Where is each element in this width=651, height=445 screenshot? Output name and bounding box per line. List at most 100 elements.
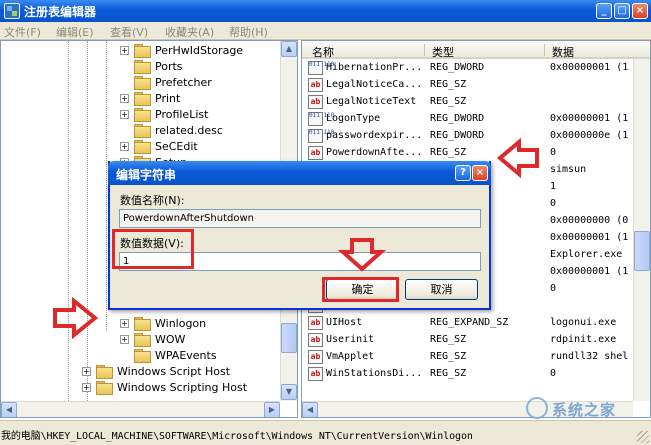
tree-guide-line	[106, 41, 107, 331]
value-data: 0x0000000e (1	[550, 130, 629, 141]
menu-file[interactable]: 文件(F)	[4, 24, 41, 40]
value-row[interactable]: 011 110 LogonType REG_DWORD 0x00000001 (1	[302, 111, 650, 128]
close-button[interactable]: ×	[632, 3, 648, 19]
tree-item-prefetcher[interactable]: Prefetcher	[120, 74, 212, 90]
annotation-arrow-down	[337, 238, 387, 272]
value-data: 0x00000000 (0	[550, 215, 629, 226]
regedit-app-icon	[4, 3, 20, 19]
value-data: 0x00000001 (1	[550, 113, 629, 124]
value-name: LegalNoticeText	[326, 96, 417, 107]
value-row[interactable]: 011 110 HibernationPr... REG_DWORD 0x000000…	[302, 60, 650, 77]
value-data: 0x00000001 (1	[550, 266, 629, 277]
site-watermark-logo: 系统之家	[524, 396, 648, 420]
expand-icon[interactable]: +	[82, 366, 91, 376]
scrollbar-thumb[interactable]	[281, 323, 297, 353]
menu-view[interactable]: 查看(V)	[110, 24, 148, 40]
tree-item-related-desc[interactable]: related.desc	[120, 122, 223, 138]
value-row[interactable]: ab WinStationsDi... REG_SZ 0	[302, 366, 650, 383]
registry-path: 我的电脑\HKEY_LOCAL_MACHINE\SOFTWARE\Microso…	[1, 431, 473, 442]
folder-icon	[134, 124, 151, 138]
value-data: logonui.exe	[550, 317, 617, 328]
tree-item-label: Winlogon	[155, 316, 207, 330]
tree-item-winlogon[interactable]: + Winlogon	[120, 315, 206, 331]
scroll-left-arrow-icon[interactable]: ◀	[1, 402, 17, 417]
tree-item-profilelist[interactable]: + ProfileList	[120, 106, 208, 122]
expand-icon[interactable]: +	[120, 141, 129, 151]
value-row[interactable]: ab VmApplet REG_SZ rundll32 shel	[302, 349, 650, 366]
tree-item-secedit[interactable]: + SeCEdit	[120, 138, 198, 154]
scrollbar-thumb[interactable]	[634, 231, 650, 271]
tree-item-windows-script-host[interactable]: + Windows Script Host	[82, 363, 230, 379]
value-row[interactable]: ab UIHost REG_EXPAND_SZ logonui.exe	[302, 315, 650, 332]
value-row[interactable]: ab LegalNoticeText REG_SZ	[302, 94, 650, 111]
folder-icon	[134, 92, 151, 106]
tree-item-label: Print	[155, 91, 181, 105]
expand-icon[interactable]: +	[120, 109, 129, 119]
minimize-button[interactable]: _	[596, 3, 612, 19]
resize-grip-icon[interactable]	[637, 431, 649, 443]
scroll-down-arrow-icon[interactable]: ▼	[281, 384, 297, 400]
value-data: 0	[550, 283, 557, 294]
folder-icon	[96, 365, 113, 379]
menu-edit[interactable]: 编辑(E)	[56, 24, 94, 40]
expand-icon[interactable]: +	[82, 382, 91, 392]
tree-item-ports[interactable]: Ports	[120, 58, 183, 74]
annotation-highlight-ok-button	[322, 277, 399, 302]
tree-item-windows-scripting-host[interactable]: + Windows Scripting Host	[82, 379, 247, 395]
expand-icon[interactable]: +	[120, 318, 129, 328]
expand-icon[interactable]: +	[120, 45, 129, 55]
tree-item-label: Windows Script Host	[117, 364, 231, 378]
tree-item-label: WOW	[155, 332, 186, 346]
value-name: LegalNoticeCa...	[326, 79, 423, 90]
value-name: UIHost	[326, 317, 363, 328]
folder-icon	[134, 333, 151, 347]
menu-help[interactable]: 帮助(H)	[229, 24, 268, 40]
column-header-name[interactable]: 名称	[312, 44, 334, 60]
tree-item-wpaevents[interactable]: WPAEvents	[120, 347, 217, 363]
column-header-type[interactable]: 类型	[432, 44, 454, 60]
tree-horizontal-scrollbar[interactable]: ◀ ▶	[1, 401, 280, 417]
value-row[interactable]: ab PowerdownAfte... REG_SZ 0	[302, 145, 650, 162]
value-name-field[interactable]: PowerdownAfterShutdown	[119, 209, 481, 228]
column-header-data[interactable]: 数据	[552, 44, 574, 60]
value-type: REG_SZ	[430, 334, 467, 345]
annotation-arrow-right	[53, 296, 99, 340]
value-name-label: 数值名称(N):	[120, 194, 185, 207]
folder-icon	[134, 108, 151, 122]
tree-item-perhwidstorage[interactable]: + PerHwIdStorage	[120, 42, 243, 58]
value-data: rdpinit.exe	[550, 334, 617, 345]
expand-icon[interactable]: +	[120, 93, 129, 103]
dialog-close-button[interactable]: ×	[472, 165, 488, 181]
tree-guide-line	[87, 41, 88, 413]
value-row[interactable]: 011 110 passwordexpir... REG_DWORD 0x000000…	[302, 128, 650, 145]
list-vertical-scrollbar[interactable]	[633, 59, 650, 401]
string-value-icon: ab	[308, 146, 323, 160]
menu-favorites[interactable]: 收藏夹(A)	[165, 24, 214, 40]
value-type: REG_EXPAND_SZ	[430, 317, 509, 328]
open-folder-icon	[134, 317, 151, 331]
value-name: passwordexpir...	[326, 130, 423, 141]
scroll-right-arrow-icon[interactable]: ▶	[264, 402, 280, 417]
folder-icon	[134, 76, 151, 90]
tree-item-print[interactable]: + Print	[120, 90, 180, 106]
scroll-up-arrow-icon[interactable]: ▲	[281, 41, 297, 57]
maximize-button[interactable]: □	[614, 3, 630, 19]
value-data: 0	[550, 147, 557, 158]
value-data: 0	[550, 368, 557, 379]
binary-value-icon: 011 110	[308, 112, 334, 126]
dialog-title: 编辑字符串	[116, 168, 177, 182]
tree-item-wow[interactable]: + WOW	[120, 331, 185, 347]
cancel-button[interactable]: 取消	[405, 279, 478, 300]
value-row[interactable]: ab Userinit REG_SZ rdpinit.exe	[302, 332, 650, 349]
window-title: 注册表编辑器	[24, 5, 97, 19]
folder-icon	[134, 140, 151, 154]
value-row[interactable]: ab LegalNoticeCa... REG_SZ	[302, 77, 650, 94]
scroll-left-arrow-icon[interactable]: ◀	[302, 402, 318, 417]
help-button[interactable]: ?	[455, 165, 471, 181]
expand-icon[interactable]: +	[120, 334, 129, 344]
status-bar: 我的电脑\HKEY_LOCAL_MACHINE\SOFTWARE\Microso…	[0, 420, 651, 445]
folder-icon	[134, 60, 151, 74]
list-header: 名称 类型 数据	[302, 41, 650, 60]
annotation-arrow-left	[496, 137, 539, 179]
tree-item-label: SeCEdit	[155, 139, 198, 153]
